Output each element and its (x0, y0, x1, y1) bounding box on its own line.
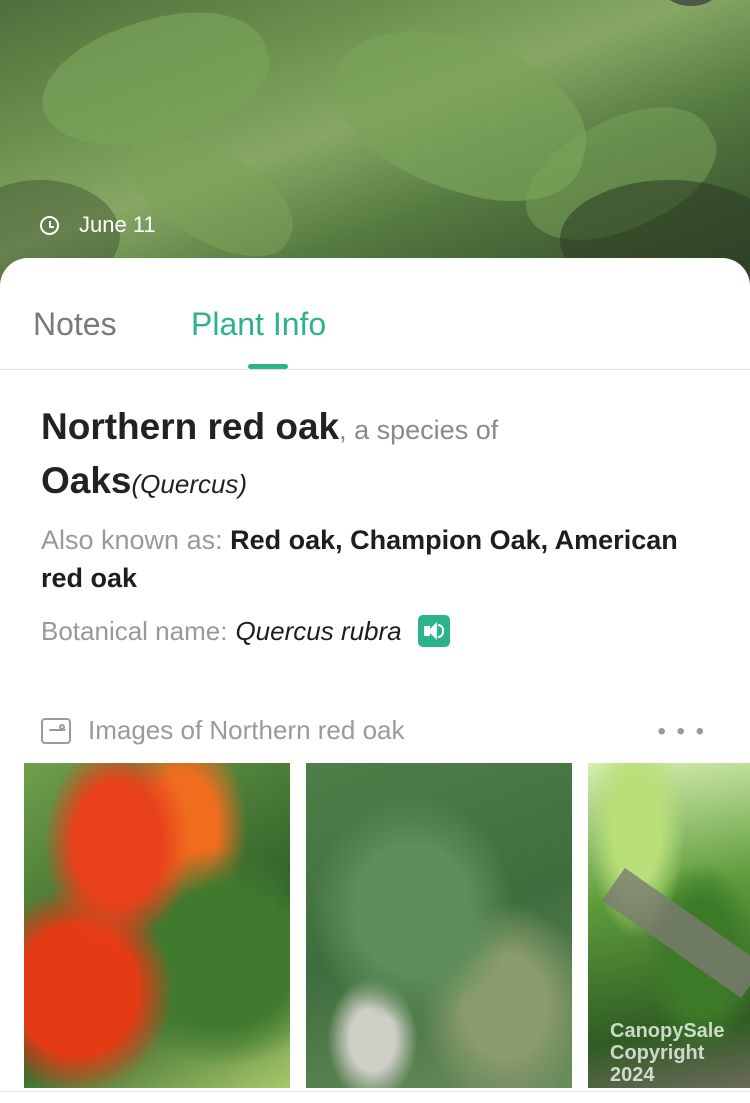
genus-latin-name: (Quercus) (131, 469, 248, 499)
gallery-header: Images of Northern red oak (41, 715, 405, 746)
botanical-name: Quercus rubra (235, 615, 402, 646)
overlay-button[interactable] (660, 0, 722, 6)
active-tab-indicator (248, 364, 288, 369)
tab-bar: Notes Plant Info (0, 258, 750, 370)
gallery-title: Images of Northern red oak (88, 715, 405, 745)
gallery-image[interactable] (306, 763, 572, 1088)
common-name: Northern red oak (41, 406, 340, 447)
gallery-image[interactable] (24, 763, 290, 1088)
botanical-name-row: Botanical name: Quercus rubra (41, 615, 450, 647)
info-card: Notes Plant Info Northern red oak, a spe… (0, 258, 750, 1103)
also-known-as: Also known as: Red oak, Champion Oak, Am… (41, 521, 721, 597)
genus-common-name[interactable]: Oaks (41, 460, 132, 501)
aka-label: Also known as: (41, 525, 231, 555)
date-text: June 11 (79, 212, 156, 237)
gallery-image[interactable]: CanopySale Copyright 2024 (588, 763, 750, 1088)
plant-title: Northern red oak, a species of Oaks(Quer… (41, 404, 721, 512)
image-icon (41, 717, 71, 744)
speaker-icon[interactable] (417, 615, 450, 647)
species-phrase: , a species of (339, 415, 499, 445)
botanical-label: Botanical name: (41, 615, 228, 646)
tab-plant-info[interactable]: Plant Info (191, 306, 326, 343)
plant-photo[interactable]: June 11 (0, 0, 750, 290)
clock-icon (40, 215, 59, 235)
divider (0, 1091, 750, 1092)
tab-notes[interactable]: Notes (33, 306, 117, 343)
image-watermark: CanopySale Copyright 2024 (610, 1020, 725, 1086)
more-icon[interactable]: • • • (657, 718, 706, 746)
observation-date: June 11 (40, 212, 156, 238)
